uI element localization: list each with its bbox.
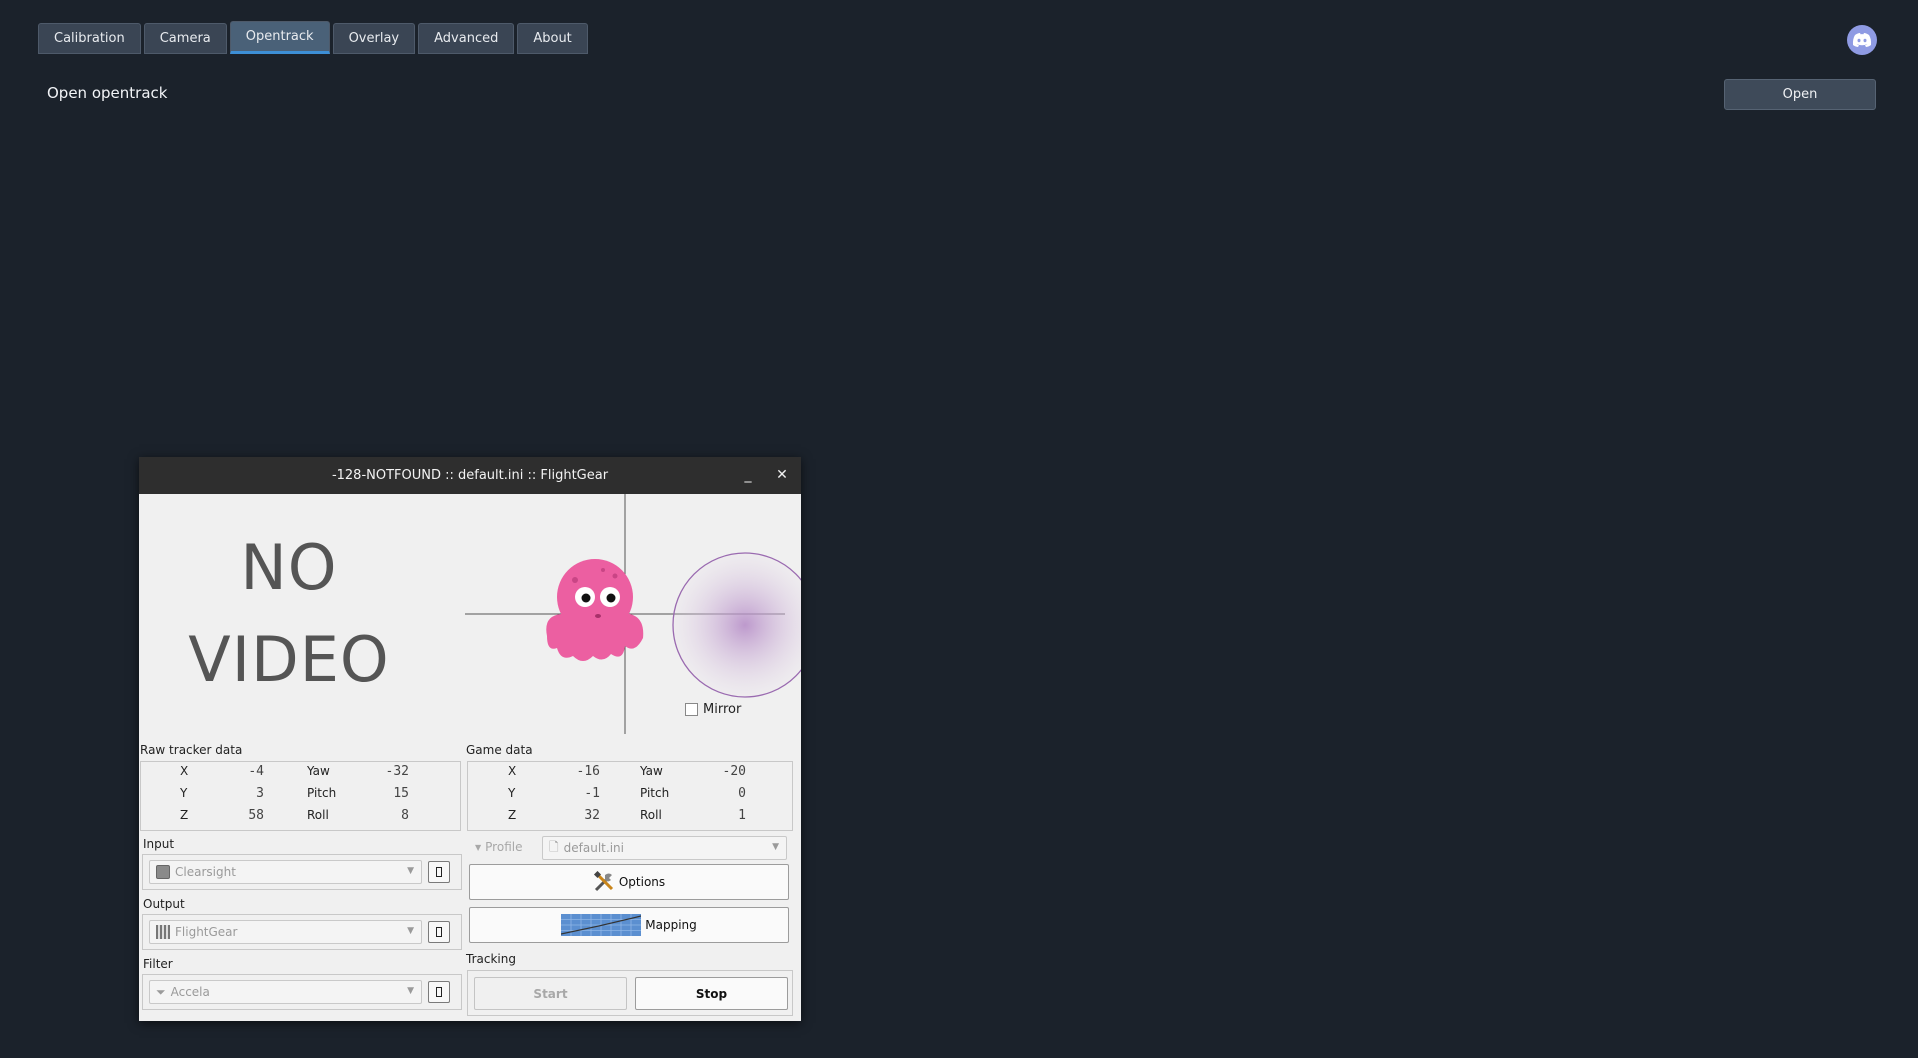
tools-icon	[593, 871, 613, 892]
chevron-down-icon: ▼	[772, 842, 779, 852]
raw-yaw-value: -32	[385, 764, 409, 779]
game-x-value: -16	[576, 764, 600, 779]
profile-menu[interactable]: ▼ Profile	[475, 840, 522, 854]
mirror-check-box[interactable]	[685, 703, 698, 716]
game-x-label: X	[508, 764, 517, 778]
chevron-down-icon: ▼	[407, 866, 414, 876]
tab-bar: Calibration Camera Opentrack Overlay Adv…	[38, 21, 588, 54]
output-label: Output	[143, 897, 185, 911]
minimize-button[interactable]: _	[739, 466, 757, 484]
raw-roll-value: 8	[401, 808, 409, 823]
pose-view	[465, 494, 801, 734]
options-button-label: Options	[618, 875, 666, 889]
settings-glyph-icon	[436, 987, 442, 997]
game-yaw-value: -20	[722, 764, 746, 779]
raw-z-label: Z	[180, 808, 189, 822]
filter-select[interactable]: ⏷ Accela ▼	[149, 980, 422, 1004]
octopus-icon	[546, 559, 644, 661]
curve-grid-icon	[561, 914, 642, 936]
discord-icon[interactable]	[1847, 25, 1877, 55]
game-data-label: Game data	[466, 743, 533, 757]
game-roll-value: 1	[738, 808, 746, 823]
tab-opentrack[interactable]: Opentrack	[229, 21, 330, 54]
raw-yaw-label: Yaw	[307, 764, 330, 778]
raw-x-value: -4	[248, 764, 264, 779]
tracking-label: Tracking	[466, 952, 516, 966]
flightgear-icon	[156, 925, 170, 939]
filter-settings-button[interactable]	[428, 981, 450, 1003]
raw-y-label: Y	[180, 786, 188, 800]
mirror-label: Mirror	[703, 702, 742, 717]
preview-area: NO VIDEO Mirror	[139, 494, 801, 734]
profile-select[interactable]: 🗋 default.ini ▼	[542, 836, 787, 860]
no-video-line2: VIDEO	[188, 623, 390, 696]
game-y-value: -1	[584, 786, 600, 801]
start-tracking-button[interactable]: Start	[474, 977, 627, 1010]
raw-y-value: 3	[256, 786, 264, 801]
no-video-line1: NO	[240, 531, 338, 604]
raw-pitch-value: 15	[393, 786, 409, 801]
tab-overlay[interactable]: Overlay	[332, 23, 416, 54]
input-select[interactable]: Clearsight ▼	[149, 860, 422, 884]
mapping-button-label: Mapping	[645, 918, 697, 932]
mirror-checkbox[interactable]: Mirror	[685, 702, 741, 717]
game-yaw-label: Yaw	[640, 764, 663, 778]
raw-x-label: X	[180, 764, 189, 778]
chevron-down-icon: ▼	[407, 986, 414, 996]
input-label: Input	[143, 837, 175, 851]
open-opentrack-label: Open opentrack	[47, 84, 168, 102]
mapping-button[interactable]: Mapping	[469, 907, 789, 943]
profile-select-value: default.ini	[563, 841, 624, 855]
chevron-down-icon: ▼	[475, 842, 482, 852]
output-select-value: FlightGear	[175, 925, 238, 939]
settings-glyph-icon	[436, 927, 442, 937]
close-button[interactable]: ✕	[773, 466, 791, 484]
input-settings-button[interactable]	[428, 861, 450, 883]
chevron-down-icon: ▼	[407, 926, 414, 936]
pose-circle	[672, 552, 801, 698]
game-roll-label: Roll	[640, 808, 662, 822]
filter-select-value: Accela	[170, 985, 210, 999]
filter-label: Filter	[143, 957, 173, 971]
no-video-placeholder: NO VIDEO	[169, 522, 409, 706]
opentrack-window: -128-NOTFOUND :: default.ini :: FlightGe…	[139, 457, 801, 1021]
game-data-grid: X -16 Yaw -20 Y -1 Pitch 0 Z 32 Roll 1	[467, 761, 793, 831]
raw-pitch-label: Pitch	[307, 786, 337, 800]
game-z-value: 32	[584, 808, 600, 823]
game-pitch-label: Pitch	[640, 786, 670, 800]
window-title: -128-NOTFOUND :: default.ini :: FlightGe…	[331, 468, 609, 483]
game-y-label: Y	[508, 786, 516, 800]
options-button[interactable]: Options	[469, 864, 789, 900]
open-opentrack-button[interactable]: Open	[1724, 79, 1876, 110]
output-settings-button[interactable]	[428, 921, 450, 943]
input-select-value: Clearsight	[175, 865, 236, 879]
file-icon: 🗋	[549, 839, 559, 854]
raw-tracker-data-label: Raw tracker data	[140, 743, 243, 757]
game-z-label: Z	[508, 808, 517, 822]
tab-advanced[interactable]: Advanced	[418, 23, 515, 54]
profile-label: Profile	[485, 840, 523, 854]
settings-glyph-icon	[436, 867, 442, 877]
window-titlebar[interactable]: -128-NOTFOUND :: default.ini :: FlightGe…	[139, 457, 801, 494]
stop-tracking-button[interactable]: Stop	[635, 977, 788, 1010]
tab-camera[interactable]: Camera	[143, 23, 227, 54]
tab-about[interactable]: About	[517, 23, 588, 54]
raw-tracker-data-grid: X -4 Yaw -32 Y 3 Pitch 15 Z 58 Roll 8	[140, 761, 461, 831]
output-select[interactable]: FlightGear ▼	[149, 920, 422, 944]
clearsight-icon	[156, 865, 170, 879]
raw-z-value: 58	[248, 808, 264, 823]
raw-roll-label: Roll	[307, 808, 329, 822]
tab-calibration[interactable]: Calibration	[38, 23, 141, 54]
game-pitch-value: 0	[738, 786, 746, 801]
funnel-icon: ⏷	[156, 984, 166, 999]
